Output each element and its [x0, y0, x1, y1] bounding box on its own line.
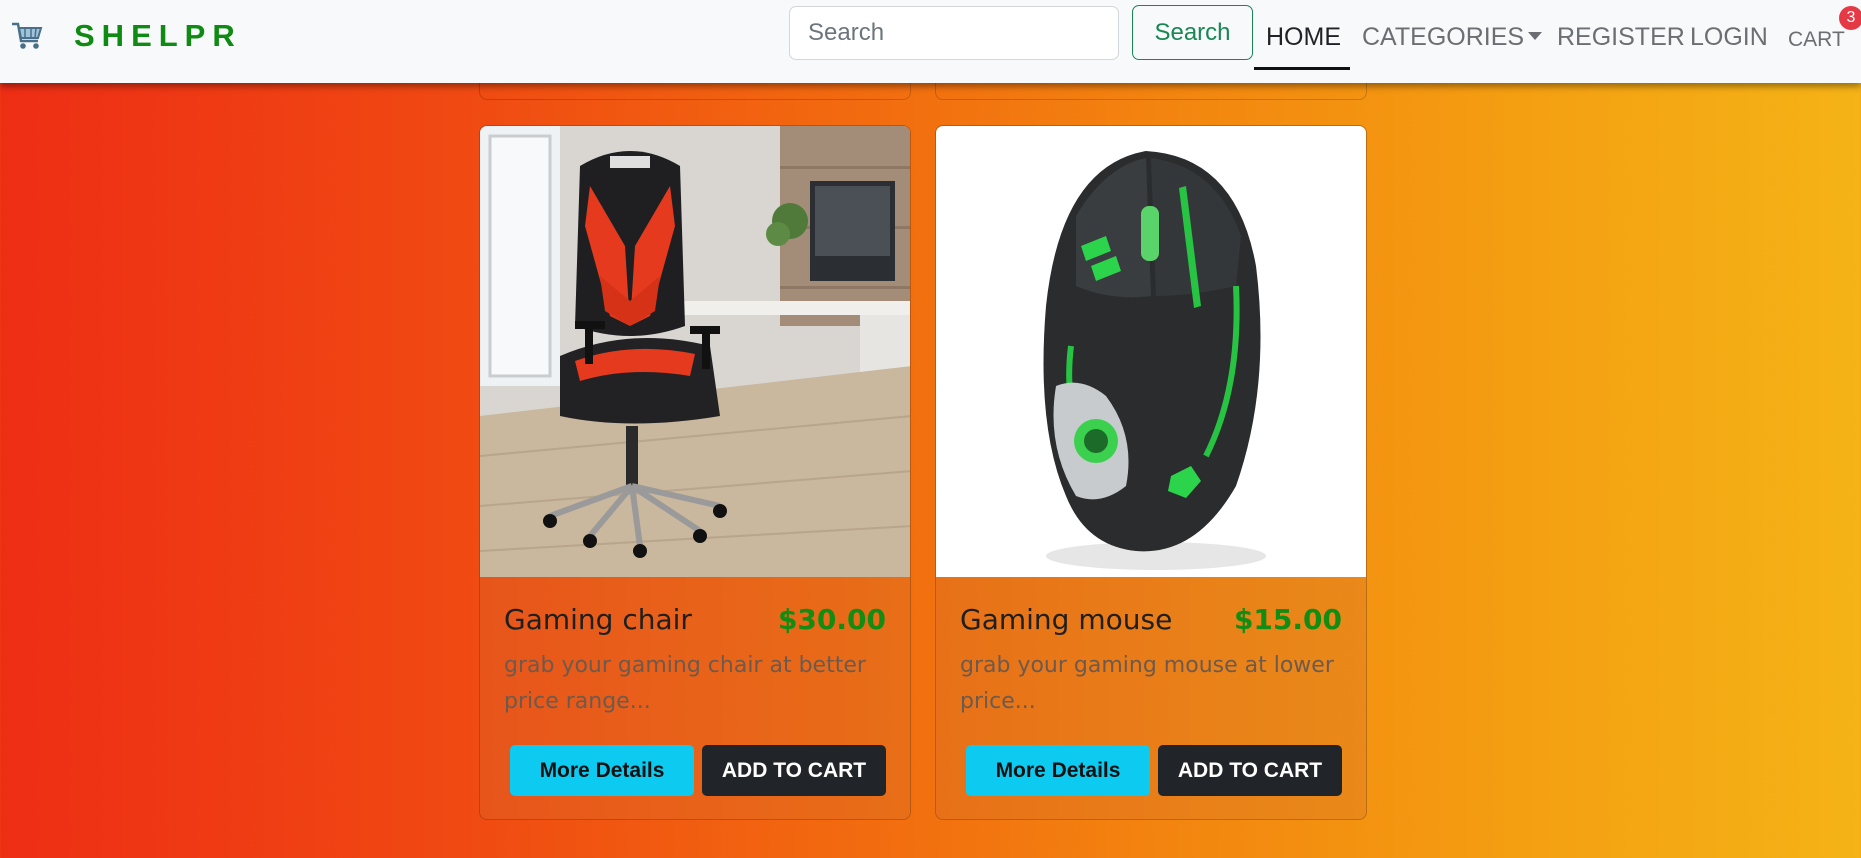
nav-register[interactable]: REGISTER — [1557, 20, 1685, 54]
cart-count-badge: 3 — [1839, 6, 1861, 30]
search-input[interactable]: Search — [789, 6, 1119, 60]
caret-down-icon — [1528, 32, 1543, 41]
navbar: SHELPR Search Search HOME CATEGORIES REG… — [0, 0, 1861, 83]
search-button[interactable]: Search — [1132, 5, 1253, 60]
product-card: Gaming chair $30.00 grab your gaming cha… — [479, 125, 911, 820]
product-description: grab your gaming mouse at lower price... — [960, 653, 1334, 714]
active-nav-indicator — [1254, 67, 1350, 70]
add-to-cart-button[interactable]: ADD TO CART — [702, 745, 886, 796]
product-name: Gaming chair — [504, 603, 692, 636]
shopping-cart-icon — [12, 22, 43, 49]
nav-cart[interactable]: CART — [1788, 23, 1845, 57]
gaming-chair-image[interactable] — [480, 126, 910, 577]
product-card: Gaming mouse $15.00 grab your gaming mou… — [935, 125, 1367, 820]
product-description: grab your gaming chair at better price r… — [504, 653, 866, 714]
nav-login[interactable]: LOGIN — [1690, 20, 1768, 54]
more-details-button[interactable]: More Details — [510, 745, 694, 796]
gaming-mouse-image[interactable] — [936, 126, 1366, 577]
more-details-button[interactable]: More Details — [966, 745, 1150, 796]
product-price: $30.00 — [777, 603, 886, 636]
nav-categories-dropdown[interactable]: CATEGORIES — [1362, 20, 1543, 54]
brand-link[interactable]: SHELPR — [10, 18, 242, 54]
nav-home[interactable]: HOME — [1266, 20, 1341, 54]
product-name: Gaming mouse — [960, 603, 1173, 636]
add-to-cart-button[interactable]: ADD TO CART — [1158, 745, 1342, 796]
brand-name: SHELPR — [74, 18, 242, 53]
nav-categories-label: CATEGORIES — [1362, 23, 1525, 51]
product-price: $15.00 — [1233, 603, 1342, 636]
